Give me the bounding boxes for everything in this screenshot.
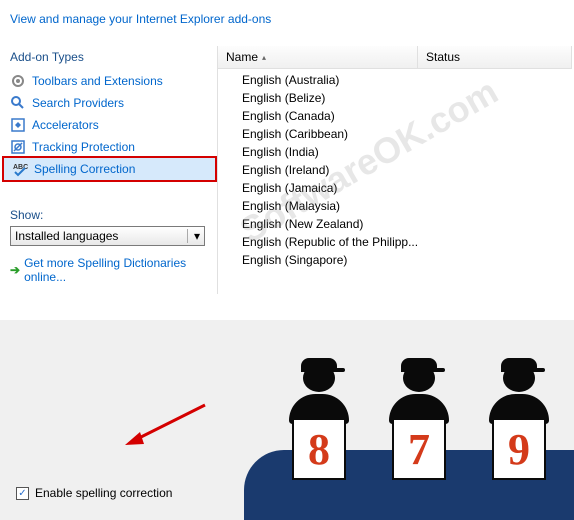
list-item[interactable]: English (New Zealand) bbox=[218, 215, 572, 233]
sort-indicator-icon: ▴ bbox=[262, 53, 266, 62]
annotation-arrow-icon bbox=[120, 400, 210, 450]
sidebar-item-spelling[interactable]: ABC Spelling Correction bbox=[2, 156, 217, 182]
enable-spelling-row: ✓ Enable spelling correction bbox=[16, 486, 172, 500]
enable-spelling-checkbox[interactable]: ✓ bbox=[16, 487, 29, 500]
sidebar-item-label: Tracking Protection bbox=[32, 140, 135, 154]
online-link-label: Get more Spelling Dictionaries online... bbox=[24, 256, 209, 284]
column-header-status[interactable]: Status bbox=[418, 46, 572, 68]
gear-icon bbox=[10, 73, 26, 89]
column-headers: Name ▴ Status bbox=[218, 46, 572, 69]
sidebar-item-search[interactable]: Search Providers bbox=[2, 92, 217, 114]
dropdown-value: Installed languages bbox=[15, 229, 118, 243]
list-item[interactable]: English (Australia) bbox=[218, 71, 572, 89]
list-item[interactable]: English (Singapore) bbox=[218, 251, 572, 269]
score-figures-overlay: 8 7 9 bbox=[254, 300, 574, 520]
score-card: 9 bbox=[492, 418, 546, 480]
main-area: Add-on Types Toolbars and Extensions Sea… bbox=[0, 46, 574, 294]
sidebar-item-label: Accelerators bbox=[32, 118, 99, 132]
tracking-icon bbox=[10, 139, 26, 155]
list-item[interactable]: English (Ireland) bbox=[218, 161, 572, 179]
show-label: Show: bbox=[10, 208, 209, 226]
list-item[interactable]: English (Jamaica) bbox=[218, 179, 572, 197]
sidebar-item-label: Spelling Correction bbox=[34, 162, 135, 176]
list-item[interactable]: English (Malaysia) bbox=[218, 197, 572, 215]
list-item[interactable]: English (Caribbean) bbox=[218, 125, 572, 143]
score-card: 7 bbox=[392, 418, 446, 480]
score-card: 8 bbox=[292, 418, 346, 480]
sidebar: Add-on Types Toolbars and Extensions Sea… bbox=[2, 46, 217, 294]
list-item[interactable]: English (Canada) bbox=[218, 107, 572, 125]
sidebar-item-toolbars[interactable]: Toolbars and Extensions bbox=[2, 70, 217, 92]
sidebar-item-label: Search Providers bbox=[32, 96, 124, 110]
get-dictionaries-link[interactable]: ➔ Get more Spelling Dictionaries online.… bbox=[2, 246, 217, 294]
show-dropdown[interactable]: Installed languages ▾ bbox=[10, 226, 205, 246]
judge-figure: 7 bbox=[374, 364, 464, 480]
judge-figure: 8 bbox=[274, 364, 364, 480]
accelerator-icon bbox=[10, 117, 26, 133]
language-list: English (Australia) English (Belize) Eng… bbox=[218, 69, 572, 271]
manage-addons-link[interactable]: View and manage your Internet Explorer a… bbox=[0, 0, 574, 46]
search-icon bbox=[10, 95, 26, 111]
addon-type-list: Toolbars and Extensions Search Providers… bbox=[2, 70, 217, 182]
content-pane: Name ▴ Status English (Australia) Englis… bbox=[217, 46, 572, 294]
arrow-right-icon: ➔ bbox=[10, 263, 20, 277]
column-header-name[interactable]: Name ▴ bbox=[218, 46, 418, 68]
svg-text:ABC: ABC bbox=[13, 164, 28, 171]
addon-types-label: Add-on Types bbox=[2, 46, 217, 70]
list-item[interactable]: English (Republic of the Philipp... bbox=[218, 233, 572, 251]
sidebar-item-tracking[interactable]: Tracking Protection bbox=[2, 136, 217, 158]
spellcheck-icon: ABC bbox=[12, 161, 28, 177]
list-item[interactable]: English (Belize) bbox=[218, 89, 572, 107]
chevron-down-icon: ▾ bbox=[187, 229, 200, 243]
sidebar-item-label: Toolbars and Extensions bbox=[32, 74, 163, 88]
sidebar-item-accelerators[interactable]: Accelerators bbox=[2, 114, 217, 136]
judge-figure: 9 bbox=[474, 364, 564, 480]
enable-spelling-label: Enable spelling correction bbox=[35, 486, 172, 500]
list-item[interactable]: English (India) bbox=[218, 143, 572, 161]
